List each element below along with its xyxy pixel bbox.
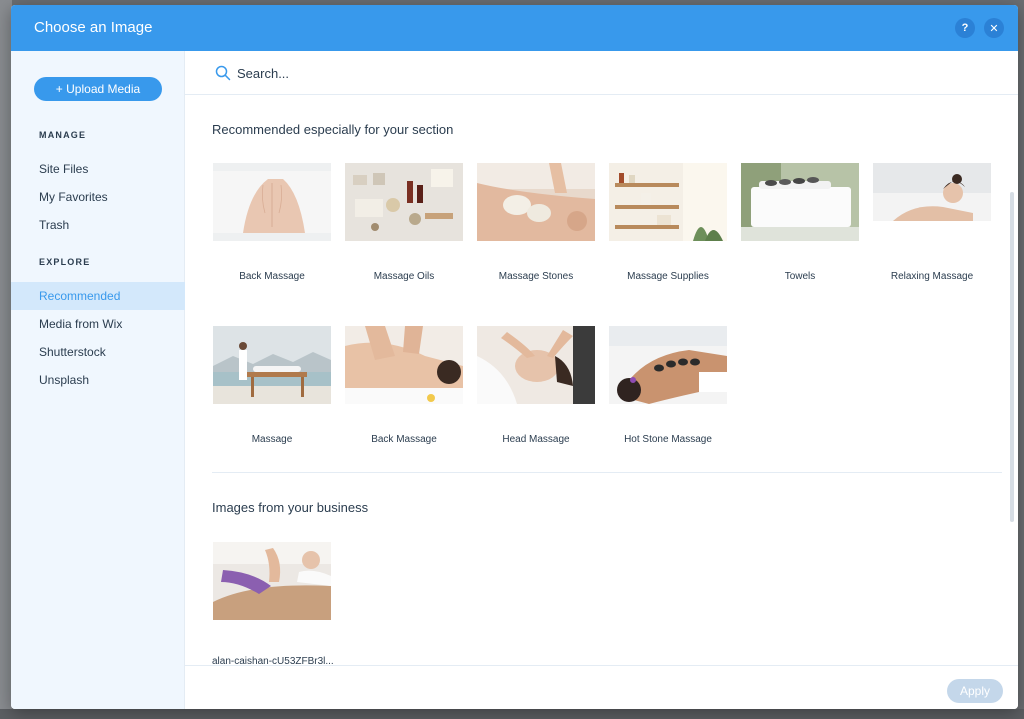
massage-supplies-photo: [609, 163, 727, 241]
business-section-title: Images from your business: [212, 500, 369, 515]
explore-section-label: EXPLORE: [39, 257, 91, 267]
close-button[interactable]: ✕: [984, 18, 1004, 38]
dialog-title: Choose an Image: [34, 19, 153, 36]
editor-background-bottom: [0, 709, 1024, 719]
image-caption: Relaxing Massage: [890, 271, 974, 282]
image-gallery: Recommended especially for your section …: [185, 95, 1018, 665]
head-massage-photo: [477, 326, 595, 404]
image-tile[interactable]: Hot Stone Massage: [609, 326, 727, 445]
massage-stones-photo: [477, 163, 595, 241]
image-tile[interactable]: Massage Stones: [477, 163, 595, 282]
image-tile[interactable]: Massage Supplies: [609, 163, 727, 282]
search-icon: [215, 65, 231, 81]
image-tile[interactable]: Back Massage: [213, 163, 331, 282]
back-massage-photo: [345, 326, 463, 404]
image-tile[interactable]: [213, 542, 331, 620]
sidebar-item-unsplash[interactable]: Unsplash: [11, 366, 185, 394]
image-tile[interactable]: Back Massage: [345, 326, 463, 445]
business-image-caption: alan-caishan-cU53ZFBr3l...: [212, 656, 334, 665]
sidebar-item-media-from-wix[interactable]: Media from Wix: [11, 310, 185, 338]
help-button[interactable]: ?: [955, 18, 975, 38]
section-divider: [212, 472, 1002, 473]
search-bar: [185, 51, 1018, 95]
hot-stone-massage-photo: [609, 326, 727, 404]
massage-oils-photo: [345, 163, 463, 241]
sidebar-item-trash[interactable]: Trash: [11, 211, 185, 239]
apply-button[interactable]: Apply: [947, 679, 1003, 703]
sidebar: + Upload Media MANAGE Site Files My Favo…: [11, 51, 185, 709]
image-caption: Hot Stone Massage: [624, 434, 712, 445]
dialog-header: Choose an Image ? ✕: [11, 5, 1018, 51]
image-tile[interactable]: Relaxing Massage: [873, 163, 991, 282]
massage-photo: [213, 326, 331, 404]
close-icon: ✕: [989, 22, 999, 35]
dialog-footer: Apply: [185, 665, 1018, 709]
sidebar-item-recommended[interactable]: Recommended: [11, 282, 185, 310]
manage-section-label: MANAGE: [39, 130, 87, 140]
recommended-section-title: Recommended especially for your section: [212, 122, 454, 137]
image-tile[interactable]: Massage Oils: [345, 163, 463, 282]
relaxing-massage-photo: [873, 163, 991, 241]
sidebar-item-shutterstock[interactable]: Shutterstock: [11, 338, 185, 366]
business-photo: [213, 542, 331, 620]
gallery-scrollbar[interactable]: [1010, 192, 1014, 522]
choose-image-dialog: Choose an Image ? ✕ + Upload Media MANAG…: [11, 5, 1018, 709]
back-massage-photo: [213, 163, 331, 241]
sidebar-item-site-files[interactable]: Site Files: [11, 155, 185, 183]
towels-photo: [741, 163, 859, 241]
search-input[interactable]: [237, 62, 637, 84]
image-tile[interactable]: Massage: [213, 326, 331, 445]
image-tile[interactable]: Head Massage: [477, 326, 595, 445]
help-icon: ?: [961, 22, 969, 34]
image-tile[interactable]: Towels: [741, 163, 859, 282]
upload-media-button[interactable]: + Upload Media: [34, 77, 162, 101]
sidebar-item-my-favorites[interactable]: My Favorites: [11, 183, 185, 211]
